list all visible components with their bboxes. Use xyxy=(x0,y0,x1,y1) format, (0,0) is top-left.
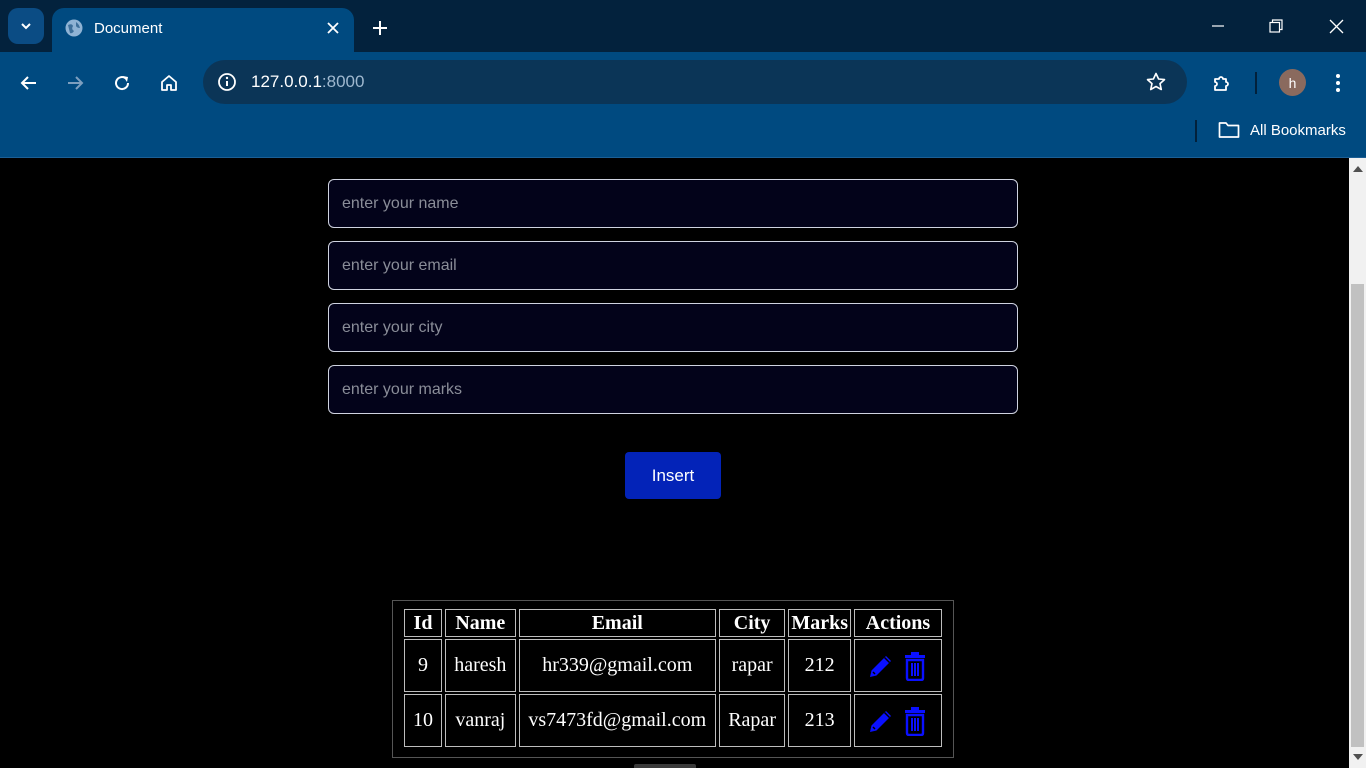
email-input[interactable] xyxy=(328,241,1018,290)
url-text: 127.0.0.1:8000 xyxy=(251,72,364,92)
browser-menu-button[interactable] xyxy=(1321,66,1355,100)
puzzle-icon xyxy=(1214,76,1229,91)
close-icon xyxy=(1329,19,1343,33)
browser-tab-active[interactable]: Document xyxy=(52,8,354,52)
cell-email: hr339@gmail.com xyxy=(518,639,716,692)
cell-marks: 213 xyxy=(788,694,851,747)
star-icon xyxy=(1146,72,1166,91)
folder-icon xyxy=(1218,122,1240,138)
insert-button[interactable]: Insert xyxy=(625,452,721,499)
table-row: 9 haresh hr339@gmail.com rapar 212 xyxy=(404,639,942,692)
extensions-button[interactable] xyxy=(1205,66,1239,100)
home-icon xyxy=(161,75,177,91)
page-viewport: Insert Id Name Email City Marks Actions … xyxy=(0,158,1349,768)
arrow-right-icon xyxy=(68,76,84,90)
cell-city: Rapar xyxy=(718,694,786,747)
students-table-container: Id Name Email City Marks Actions 9 hares… xyxy=(392,600,954,758)
profile-avatar[interactable]: h xyxy=(1279,69,1306,96)
scrollbar-thumb[interactable] xyxy=(1351,284,1364,747)
column-header-id: Id xyxy=(404,609,442,637)
cell-id: 10 xyxy=(404,694,442,747)
reload-icon xyxy=(115,76,130,91)
city-input[interactable] xyxy=(328,303,1018,352)
marks-input[interactable] xyxy=(328,365,1018,414)
delete-trash-icon[interactable] xyxy=(901,651,929,681)
restore-button[interactable] xyxy=(1256,8,1296,44)
bookmark-star-button[interactable] xyxy=(1143,69,1169,95)
column-header-actions: Actions xyxy=(853,609,942,637)
column-header-marks: Marks xyxy=(788,609,851,637)
cell-email: vs7473fd@gmail.com xyxy=(518,694,716,747)
students-table: Id Name Email City Marks Actions 9 hares… xyxy=(401,607,945,749)
cell-marks: 212 xyxy=(788,639,851,692)
cell-actions xyxy=(853,639,942,692)
column-header-email: Email xyxy=(518,609,716,637)
table-header-row: Id Name Email City Marks Actions xyxy=(404,609,942,637)
cell-id: 9 xyxy=(404,639,442,692)
table-row: 10 vanraj vs7473fd@gmail.com Rapar 213 xyxy=(404,694,942,747)
name-input[interactable] xyxy=(328,179,1018,228)
page-scrollbar[interactable] xyxy=(1349,158,1366,768)
close-icon xyxy=(327,22,339,34)
reload-button[interactable] xyxy=(105,66,139,100)
more-vertical-icon xyxy=(1336,74,1340,92)
site-info-button[interactable] xyxy=(213,68,241,96)
horizontal-scroll-hint xyxy=(634,764,696,768)
restore-icon xyxy=(1269,19,1283,33)
cell-name: vanraj xyxy=(445,694,516,747)
globe-icon xyxy=(65,19,83,37)
url-port: :8000 xyxy=(321,72,365,91)
chevron-down-icon xyxy=(21,23,31,30)
scroll-down-arrow-icon[interactable] xyxy=(1353,754,1363,760)
info-icon xyxy=(218,73,236,91)
back-button[interactable] xyxy=(12,66,46,100)
new-tab-button[interactable] xyxy=(366,14,394,42)
edit-pencil-icon[interactable] xyxy=(867,706,895,736)
plus-icon xyxy=(373,21,387,35)
forward-button[interactable] xyxy=(58,66,92,100)
cell-actions xyxy=(853,694,942,747)
delete-trash-icon[interactable] xyxy=(901,706,929,736)
home-button[interactable] xyxy=(152,66,186,100)
tab-title: Document xyxy=(94,20,163,37)
tab-close-button[interactable] xyxy=(322,17,344,39)
cell-city: rapar xyxy=(718,639,786,692)
all-bookmarks-label: All Bookmarks xyxy=(1250,121,1346,139)
column-header-name: Name xyxy=(445,609,516,637)
arrow-left-icon xyxy=(20,76,36,90)
all-bookmarks-button[interactable]: All Bookmarks xyxy=(1218,118,1346,142)
minimize-button[interactable] xyxy=(1198,8,1238,44)
edit-pencil-icon[interactable] xyxy=(867,651,895,681)
bookmarks-separator xyxy=(1195,120,1197,142)
column-header-city: City xyxy=(718,609,786,637)
close-window-button[interactable] xyxy=(1316,8,1356,44)
scroll-up-arrow-icon[interactable] xyxy=(1353,166,1363,172)
browser-tab-strip: Document xyxy=(0,0,1366,52)
minimize-icon xyxy=(1212,25,1224,27)
url-host: 127.0.0.1 xyxy=(251,72,322,91)
tab-search-button[interactable] xyxy=(8,8,44,44)
cell-name: haresh xyxy=(445,639,516,692)
address-bar[interactable]: 127.0.0.1:8000 xyxy=(203,60,1187,104)
toolbar-separator xyxy=(1255,72,1257,94)
browser-toolbar: 127.0.0.1:8000 h All Bookmarks xyxy=(0,52,1366,158)
